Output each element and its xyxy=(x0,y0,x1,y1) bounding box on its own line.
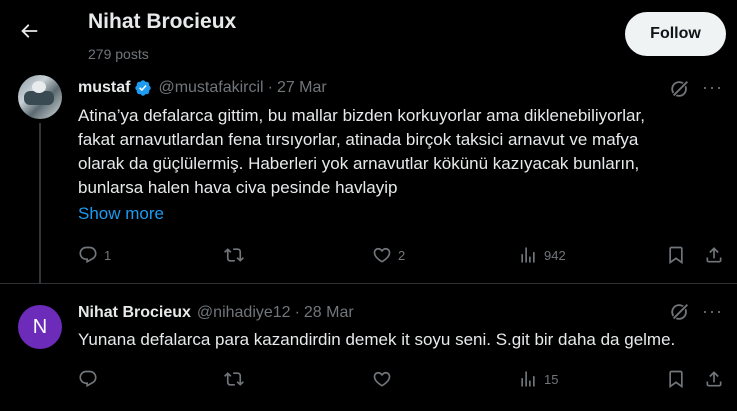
more-icon[interactable]: ··· xyxy=(702,76,724,98)
tweet-text-line: olarak da güçlülermiş. Haberleri yok arn… xyxy=(78,154,640,173)
avatar[interactable] xyxy=(18,75,62,119)
reply-button[interactable] xyxy=(78,368,104,390)
tweet-meta: Nihat Brocieux @nihadiye12 · 28 Mar xyxy=(78,304,354,322)
tweet-mustaf[interactable]: mustaf @mustafakircil · 27 Mar ··· Atina… xyxy=(0,66,737,283)
bookmark-icon xyxy=(669,246,683,265)
share-button[interactable] xyxy=(704,368,724,390)
retweet-button[interactable] xyxy=(224,244,250,266)
author-name[interactable]: Nihat Brocieux xyxy=(78,304,191,322)
back-arrow-icon xyxy=(21,24,38,38)
author-name[interactable]: mustaf xyxy=(78,79,130,97)
grok-icon[interactable] xyxy=(669,78,691,100)
avatar[interactable]: N xyxy=(18,305,62,349)
reply-icon xyxy=(79,370,97,388)
bookmark-button[interactable] xyxy=(666,368,686,390)
reply-count: 1 xyxy=(104,247,112,263)
tweet-actions: 15 xyxy=(78,368,728,392)
tweet-text: Yunana defalarca para kazandirdin demek … xyxy=(78,330,676,349)
thread-line xyxy=(39,123,41,283)
grok-icon[interactable] xyxy=(669,301,691,323)
retweet-icon xyxy=(224,372,244,386)
verified-badge-icon xyxy=(135,80,152,96)
author-handle[interactable]: @nihadiye12 xyxy=(197,304,291,322)
bookmark-button[interactable] xyxy=(666,244,686,266)
tweet-nihat[interactable]: N Nihat Brocieux @nihadiye12 · 28 Mar ··… xyxy=(0,283,737,411)
tweet-text-line: fakat arnavutlardan fena tırsıyorlar, at… xyxy=(78,130,639,149)
like-icon xyxy=(373,371,391,387)
profile-name: Nihat Brocieux xyxy=(88,10,237,33)
tweet-text-line: bunlarsa halen hava civa pesinde havlayi… xyxy=(78,178,398,197)
views-button[interactable]: 15 xyxy=(518,368,558,390)
follow-button[interactable]: Follow xyxy=(625,12,726,56)
tweet-text-line: Atina’ya defalarca gittim, bu mallar biz… xyxy=(78,106,645,125)
share-icon xyxy=(706,371,722,387)
views-count: 942 xyxy=(544,247,566,263)
share-icon xyxy=(706,247,722,263)
bookmark-icon xyxy=(669,370,683,389)
tweet-text: Atina’ya defalarca gittim, bu mallar biz… xyxy=(78,104,728,200)
reply-icon xyxy=(79,246,97,264)
tweet-meta: mustaf @mustafakircil · 27 Mar xyxy=(78,79,327,97)
like-count: 2 xyxy=(398,247,406,263)
like-icon xyxy=(373,247,391,263)
more-icon[interactable]: ··· xyxy=(702,300,724,322)
views-button[interactable]: 942 xyxy=(518,244,566,266)
share-button[interactable] xyxy=(704,244,724,266)
retweet-icon xyxy=(224,248,244,262)
views-icon xyxy=(521,371,535,387)
retweet-button[interactable] xyxy=(224,368,250,390)
views-count: 15 xyxy=(544,371,559,387)
reply-button[interactable]: 1 xyxy=(78,244,111,266)
views-icon xyxy=(521,247,535,263)
like-button[interactable]: 2 xyxy=(372,244,405,266)
profile-header: Nihat Brocieux 279 posts Follow xyxy=(0,0,737,66)
tweet-date[interactable]: 28 Mar xyxy=(304,304,354,322)
post-count: 279 posts xyxy=(88,46,149,62)
tweet-actions: 1 2 942 xyxy=(78,244,728,268)
separator-dot: · xyxy=(267,79,273,96)
separator-dot: · xyxy=(294,304,300,321)
show-more-link[interactable]: Show more xyxy=(78,204,164,224)
like-button[interactable] xyxy=(372,368,398,390)
tweet-date[interactable]: 27 Mar xyxy=(277,79,327,97)
back-button[interactable] xyxy=(18,20,44,46)
author-handle[interactable]: @mustafakircil xyxy=(158,79,263,97)
